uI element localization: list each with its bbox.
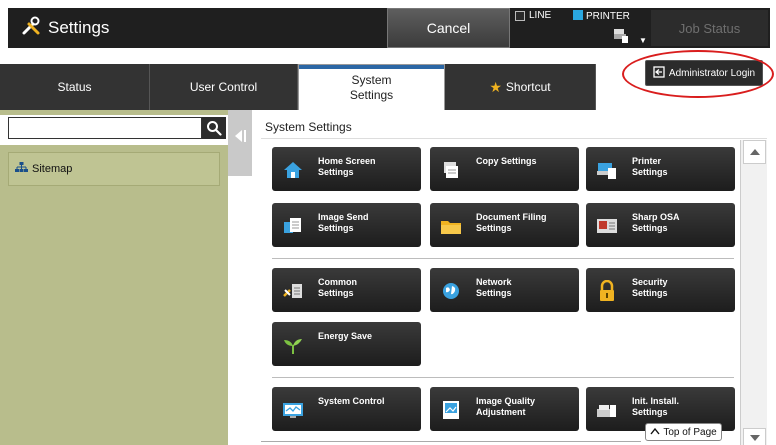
line-mode-label: LINE [529,10,552,21]
system-control-button[interactable]: System Control [272,387,421,431]
tab-user-control[interactable]: User Control [150,64,298,110]
common-settings-icon [280,279,306,303]
cancel-button[interactable]: Cancel [387,8,510,48]
chevron-up-icon [650,427,660,438]
lock-icon [594,279,620,303]
sprout-icon [280,333,306,357]
common-settings-button[interactable]: Common Settings [272,268,421,312]
content-scrollbar[interactable] [740,140,767,445]
sitemap-icon [15,162,28,176]
printer-icon [594,158,620,182]
section-divider [272,377,734,378]
copy-settings-button[interactable]: Copy Settings [430,147,579,191]
scroll-down-button[interactable] [743,428,766,445]
top-bar: Settings Cancel LINE PRINTER ▼ Job Statu… [8,8,770,48]
tab-status[interactable]: Status [0,64,150,110]
sidebar: Sitemap [0,110,228,445]
security-settings-button[interactable]: Security Settings [586,268,735,312]
tile-label: Security Settings [632,277,668,298]
printer-mode-label: PRINTER [586,11,630,22]
star-icon: ★ [489,78,502,95]
tile-label: Sharp OSA Settings [632,212,680,233]
tile-label: Init. Install. Settings [632,396,680,417]
network-settings-button[interactable]: Network Settings [430,268,579,312]
search-row [0,115,228,145]
scroll-up-button[interactable] [743,140,766,164]
tile-label: Common Settings [318,277,357,298]
document-filing-settings-button[interactable]: Document Filing Settings [430,203,579,247]
page-title: Settings [48,18,110,37]
image-send-icon [280,214,306,238]
divider [261,441,641,442]
osa-icon [594,214,620,238]
section-divider [272,258,734,259]
app-title: Settings [20,8,109,48]
image-quality-adjustment-button[interactable]: Image Quality Adjustment [430,387,579,431]
top-of-page-label: Top of Page [663,426,717,438]
content-title: System Settings [265,120,352,134]
chevron-up-icon [749,149,760,155]
image-send-settings-button[interactable]: Image Send Settings [272,203,421,247]
install-icon [594,398,620,422]
tab-shortcut-label: Shortcut [505,80,551,94]
printer-status-icon[interactable] [613,27,629,48]
tile-label: Image Quality Adjustment [476,396,536,417]
line-mode-indicator[interactable]: LINE [515,10,551,21]
monitor-icon [280,398,306,422]
globe-icon [438,279,464,303]
tile-label: Printer Settings [632,156,668,177]
printer-mode-indicator[interactable]: PRINTER [573,10,630,22]
printer-mode-checkbox-icon [573,10,583,20]
divider [261,138,767,139]
search-icon [207,121,222,136]
tile-label: Energy Save [318,331,373,341]
job-status-button[interactable]: Job Status [651,10,768,46]
tile-label: Document Filing Settings [476,212,547,233]
sharp-osa-settings-button[interactable]: Sharp OSA Settings [586,203,735,247]
sitemap-label: Sitemap [32,163,73,175]
folder-icon [438,214,464,238]
annotation-oval [622,50,774,98]
copy-icon [438,158,464,182]
sidebar-item-sitemap[interactable]: Sitemap [8,152,220,186]
tile-label: Image Send Settings [318,212,369,233]
tile-label: Network Settings [476,277,512,298]
line-checkbox-icon [515,10,525,21]
tile-label: Home Screen Settings [318,156,376,177]
tools-icon [20,15,42,42]
image-quality-icon [438,398,464,422]
printer-dropdown-icon[interactable]: ▼ [639,36,647,45]
tab-shortcut[interactable]: ★ Shortcut [445,64,596,110]
collapse-arrow-icon [234,130,242,142]
energy-save-button[interactable]: Energy Save [272,322,421,366]
chevron-down-icon [749,435,760,441]
printer-settings-button[interactable]: Printer Settings [586,147,735,191]
home-screen-settings-button[interactable]: Home Screen Settings [272,147,421,191]
tab-system-settings[interactable]: System Settings [298,64,445,110]
search-input[interactable] [8,117,202,139]
home-icon [280,158,306,182]
search-button[interactable] [202,117,226,139]
top-of-page-button[interactable]: Top of Page [645,423,722,441]
tile-label: System Control [318,396,385,406]
tile-label: Copy Settings [476,156,537,166]
collapse-sidebar-button[interactable] [228,110,252,176]
